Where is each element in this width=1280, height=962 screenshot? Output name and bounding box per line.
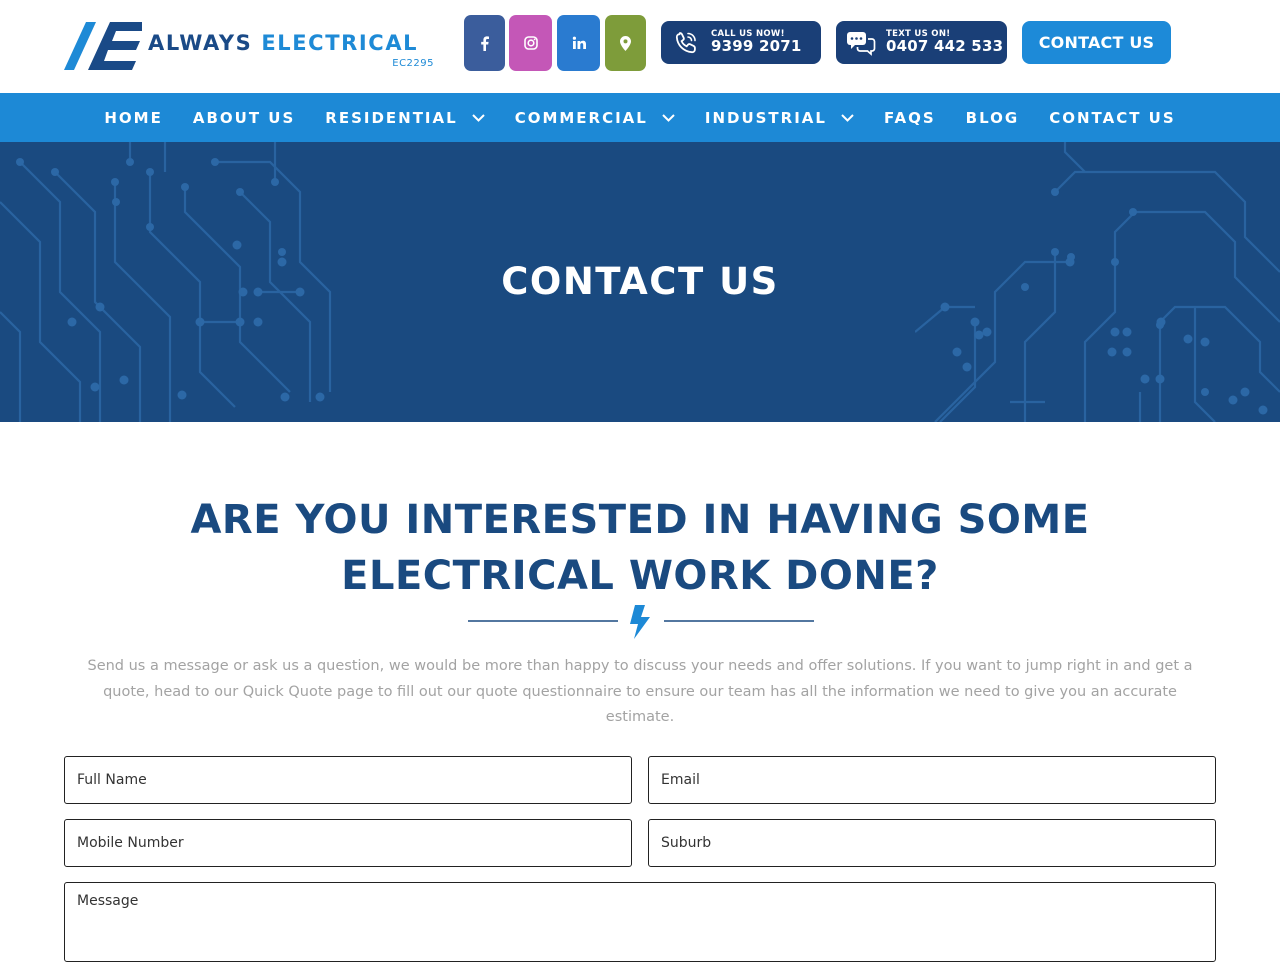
main-nav: HOME ABOUT US RESIDENTIAL COMMERCIAL IND… <box>0 93 1280 142</box>
map-pin-icon <box>620 35 631 51</box>
email-field[interactable] <box>648 756 1216 804</box>
site-logo[interactable]: ALWAYS ELECTRICAL EC2295 <box>64 20 436 72</box>
chevron-down-icon <box>662 113 675 122</box>
nav-item-industrial[interactable]: INDUSTRIAL <box>690 109 869 127</box>
site-header: ALWAYS ELECTRICAL EC2295 CALL US NOW! 93… <box>0 0 1280 93</box>
call-number: 9399 2071 <box>711 37 802 56</box>
full-name-field[interactable] <box>64 756 632 804</box>
chevron-down-icon <box>471 113 485 122</box>
logo-mark-icon <box>64 22 142 70</box>
section-headline: ARE YOU INTERESTED IN HAVING SOME ELECTR… <box>190 497 1090 599</box>
message-field[interactable] <box>64 882 1216 962</box>
linkedin-link[interactable] <box>557 15 600 71</box>
instagram-link[interactable] <box>509 15 552 71</box>
nav-item-contact-us[interactable]: CONTACT US <box>1034 109 1190 127</box>
nav-item-about-us[interactable]: ABOUT US <box>178 109 310 127</box>
nav-item-residential[interactable]: RESIDENTIAL <box>310 109 499 127</box>
phone-icon <box>675 31 696 53</box>
page-hero-banner: CONTACT US <box>0 142 1280 422</box>
mobile-number-field[interactable] <box>64 819 632 867</box>
chat-icon <box>847 31 876 56</box>
page-title: CONTACT US <box>501 260 779 303</box>
call-us-button[interactable]: CALL US NOW! 9399 2071 <box>661 21 821 64</box>
header-contact-us-button[interactable]: CONTACT US <box>1022 21 1171 64</box>
lightning-bolt-icon <box>630 605 650 639</box>
text-number: 0407 442 533 <box>886 37 1004 56</box>
nav-item-commercial[interactable]: COMMERCIAL <box>500 109 690 127</box>
chevron-down-icon <box>841 113 854 122</box>
text-us-button[interactable]: TEXT US ON! 0407 442 533 <box>836 21 1007 64</box>
facebook-icon <box>481 35 489 51</box>
license-number: EC2295 <box>392 58 434 69</box>
instagram-icon <box>523 36 538 50</box>
map-link[interactable] <box>605 15 646 71</box>
nav-item-faqs[interactable]: FAQS <box>869 109 951 127</box>
nav-item-home[interactable]: HOME <box>89 109 177 127</box>
suburb-field[interactable] <box>648 819 1216 867</box>
linkedin-icon <box>572 36 586 49</box>
facebook-link[interactable] <box>464 15 505 71</box>
section-divider <box>468 605 814 639</box>
intro-paragraph: Send us a message or ask us a question, … <box>87 658 1193 725</box>
logo-wordmark: ALWAYS ELECTRICAL <box>148 31 419 55</box>
nav-item-blog[interactable]: BLOG <box>951 109 1035 127</box>
